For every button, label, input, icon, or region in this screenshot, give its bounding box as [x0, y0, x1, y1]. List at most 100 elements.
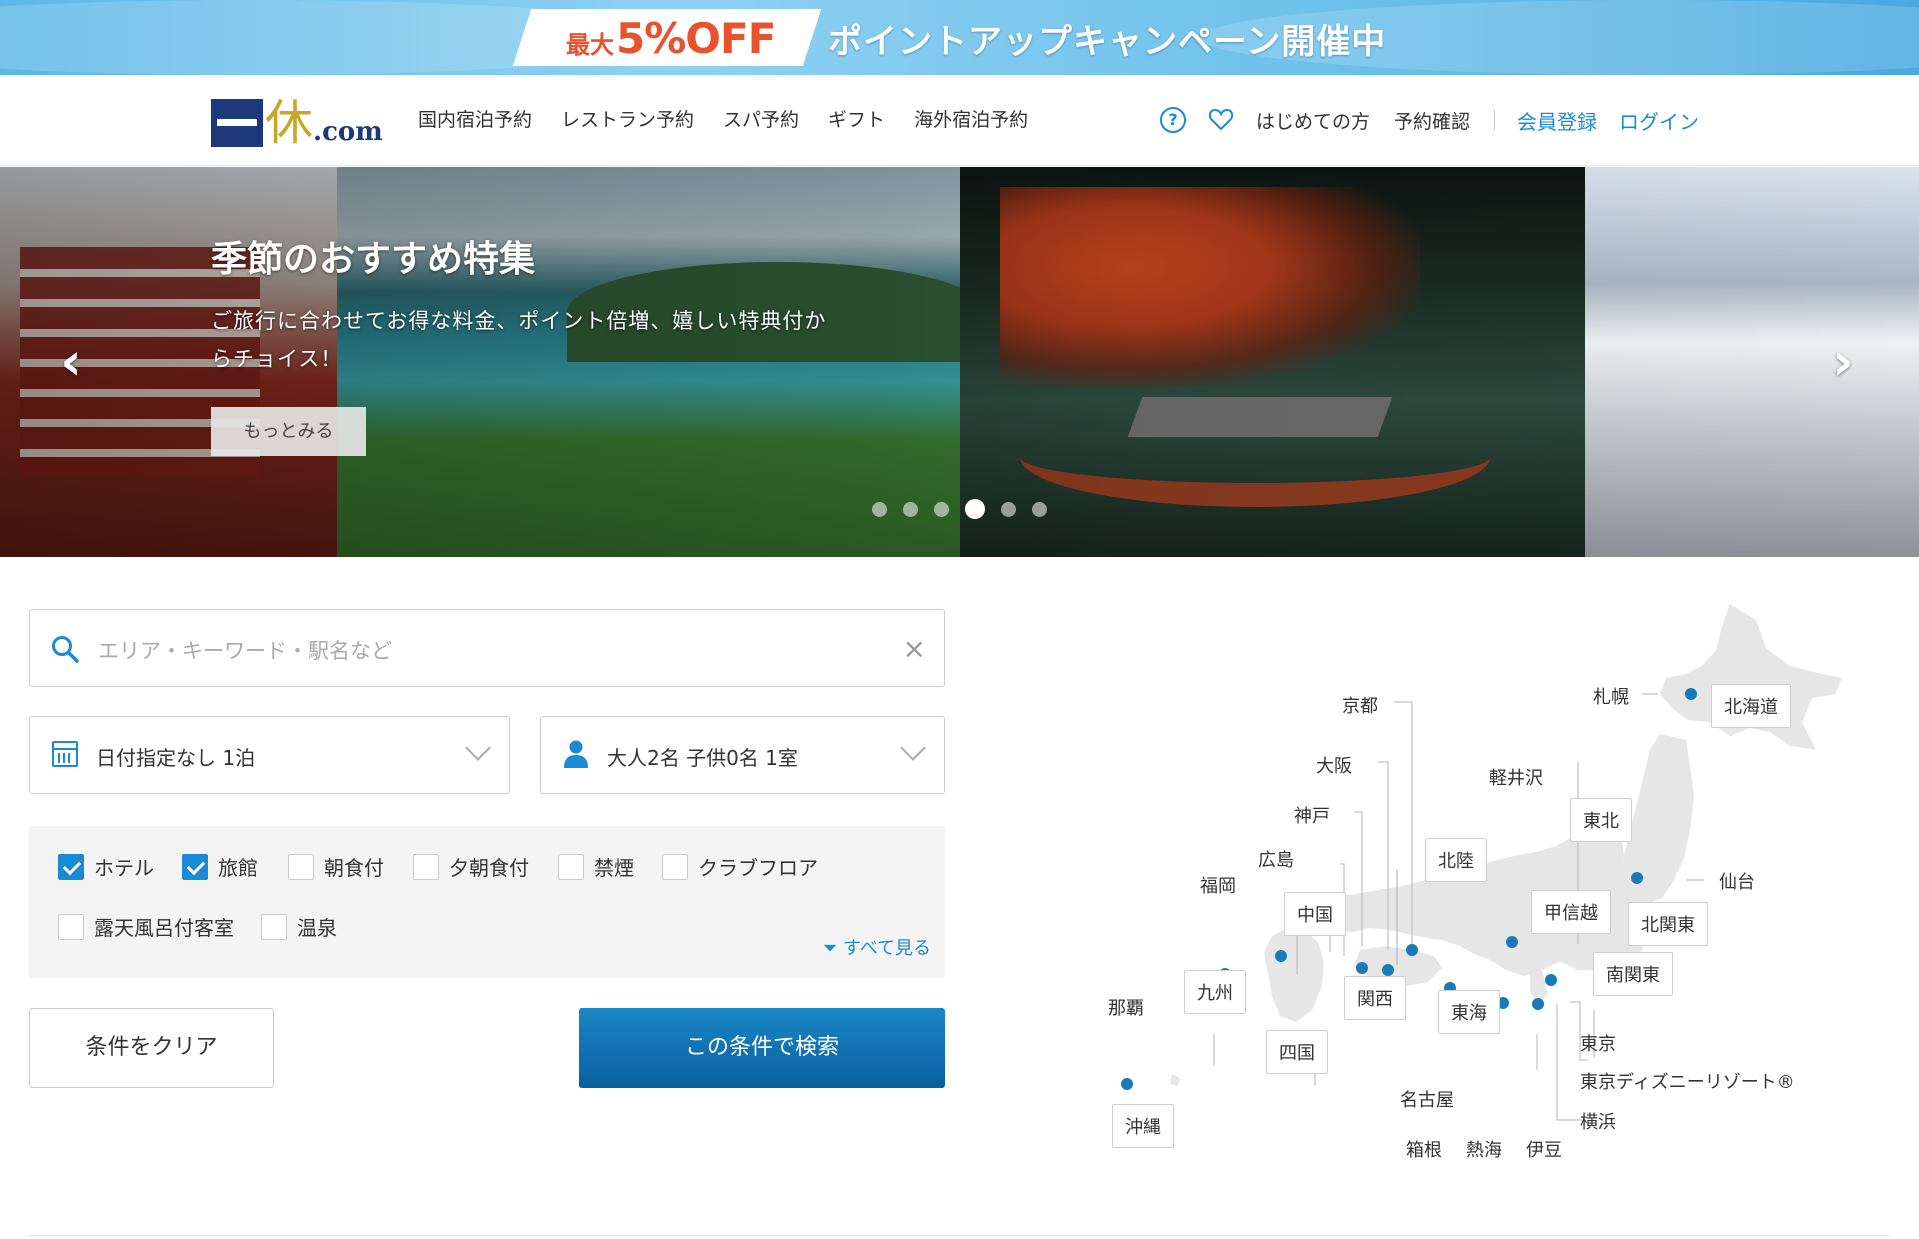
hero-carousel[interactable]: 季節のおすすめ特集 ご旅行に合わせてお得な料金、ポイント倍増、嬉しい特典付からチ… — [0, 167, 1919, 557]
map-city-izu[interactable]: 伊豆 — [1526, 1136, 1562, 1162]
chevron-down-icon — [900, 735, 926, 761]
map-city-hakone[interactable]: 箱根 — [1406, 1136, 1442, 1162]
filter-breakfast[interactable]: 朝食付 — [288, 852, 384, 881]
map-dot-izu — [1532, 998, 1544, 1010]
map-city-atami[interactable]: 熱海 — [1466, 1136, 1502, 1162]
filter-label: 朝食付 — [324, 856, 384, 880]
carousel-dot-1[interactable] — [872, 501, 887, 517]
map-city-yokohama[interactable]: 横浜 — [1580, 1108, 1616, 1134]
nav-overseas-hotels[interactable]: 海外宿泊予約 — [914, 105, 1028, 132]
map-city-tokyo[interactable]: 東京 — [1580, 1030, 1616, 1056]
promo-banner[interactable]: 最大 5%OFF ポイントアップキャンペーン開催中 — [0, 0, 1919, 75]
chevron-down-icon — [465, 735, 491, 761]
map-dot-osaka — [1382, 964, 1394, 976]
map-city-hiroshima[interactable]: 広島 — [1258, 846, 1294, 872]
map-city-osaka[interactable]: 大阪 — [1316, 752, 1352, 778]
map-region-okinawa[interactable]: 沖縄 — [1112, 1104, 1174, 1148]
map-city-nagoya[interactable]: 名古屋 — [1400, 1086, 1454, 1112]
help-icon[interactable]: ? — [1160, 107, 1186, 133]
checkbox[interactable] — [662, 853, 688, 880]
map-city-naha[interactable]: 那覇 — [1108, 994, 1144, 1020]
carousel-dot-2[interactable] — [903, 501, 918, 517]
map-city-fukuoka[interactable]: 福岡 — [1200, 872, 1236, 898]
map-region-kansai[interactable]: 関西 — [1344, 976, 1406, 1020]
filter-non-smoking[interactable]: 禁煙 — [558, 852, 634, 881]
map-region-kyushu[interactable]: 九州 — [1184, 970, 1246, 1014]
see-all-label: すべて見る — [842, 938, 931, 959]
hero-more-button[interactable]: もっとみる — [211, 407, 366, 456]
hero-title: 季節のおすすめ特集 — [211, 238, 536, 280]
checkbox[interactable] — [558, 853, 584, 880]
guest-select[interactable]: 大人2名 子供0名 1室 — [540, 716, 945, 794]
checkbox[interactable] — [413, 853, 439, 880]
carousel-dot-6[interactable] — [1032, 501, 1047, 517]
map-region-minamikanto[interactable]: 南関東 — [1593, 952, 1673, 996]
promo-badge-prefix: 最大 — [566, 31, 614, 59]
map-region-tokai[interactable]: 東海 — [1438, 990, 1500, 1034]
map-dot-naha — [1121, 1078, 1133, 1090]
map-region-hokuriku[interactable]: 北陸 — [1425, 838, 1487, 882]
filter-ryokan[interactable]: 旅館 — [182, 852, 258, 881]
checkbox[interactable] — [182, 853, 208, 880]
carousel-prev-arrow-icon[interactable]: ‹ — [54, 336, 88, 388]
promo-badge-value: 5%OFF — [616, 14, 776, 63]
map-city-karuizawa[interactable]: 軽井沢 — [1489, 764, 1543, 790]
map-dot-kyoto — [1406, 944, 1418, 956]
map-city-sapporo[interactable]: 札幌 — [1593, 683, 1629, 709]
promo-headline: ポイントアップキャンペーン開催中 — [828, 22, 1387, 62]
map-dot-sendai — [1631, 872, 1643, 884]
map-region-tohoku[interactable]: 東北 — [1570, 798, 1632, 842]
map-region-hokkaido[interactable]: 北海道 — [1711, 684, 1791, 728]
map-city-disney[interactable]: 東京ディズニーリゾート® — [1580, 1068, 1795, 1094]
main-nav: 国内宿泊予約 レストラン予約 スパ予約 ギフト 海外宿泊予約 — [418, 105, 1057, 132]
date-value: 日付指定なし 1泊 — [96, 746, 256, 770]
checkbox[interactable] — [58, 913, 84, 940]
checkbox[interactable] — [288, 853, 314, 880]
filter-dinner-breakfast[interactable]: 夕朝食付 — [413, 852, 529, 881]
promo-badge: 最大 5%OFF — [566, 10, 776, 67]
nav-domestic-hotels[interactable]: 国内宿泊予約 — [418, 105, 532, 132]
map-city-kobe[interactable]: 神戸 — [1294, 802, 1330, 828]
map-region-shikoku[interactable]: 四国 — [1266, 1030, 1328, 1074]
map-city-sendai[interactable]: 仙台 — [1719, 868, 1755, 894]
map-region-koshinetsu[interactable]: 甲信越 — [1531, 890, 1611, 934]
carousel-dot-3[interactable] — [934, 501, 949, 517]
checkbox[interactable] — [58, 853, 84, 880]
carousel-dot-5[interactable] — [1001, 501, 1016, 517]
reservation-check-link[interactable]: 予約確認 — [1394, 107, 1470, 134]
checkbox[interactable] — [261, 913, 287, 940]
nav-restaurants[interactable]: レストラン予約 — [561, 105, 694, 132]
search-placeholder: エリア・キーワード・駅名など — [98, 639, 392, 663]
register-link[interactable]: 会員登録 — [1517, 106, 1597, 135]
logo-mark-icon — [211, 99, 263, 147]
favorite-heart-icon[interactable] — [1208, 107, 1234, 133]
first-time-link[interactable]: はじめての方 — [1256, 107, 1370, 134]
map-dot-sapporo — [1685, 688, 1697, 700]
filter-label: 温泉 — [297, 916, 337, 940]
carousel-next-arrow-icon[interactable]: › — [1826, 336, 1860, 388]
nav-spa[interactable]: スパ予約 — [723, 105, 799, 132]
map-city-kyoto[interactable]: 京都 — [1342, 692, 1378, 718]
clear-search-icon[interactable]: × — [903, 632, 926, 665]
login-link[interactable]: ログイン — [1619, 106, 1699, 135]
clear-conditions-button[interactable]: 条件をクリア — [29, 1008, 274, 1088]
date-select[interactable]: 日付指定なし 1泊 — [29, 716, 510, 794]
guest-value: 大人2名 子供0名 1室 — [607, 746, 798, 770]
carousel-dot-4[interactable] — [965, 499, 985, 519]
map-region-kitakanto[interactable]: 北関東 — [1628, 902, 1708, 946]
map-dot-hiroshima — [1275, 950, 1287, 962]
filter-hotel[interactable]: ホテル — [58, 852, 154, 881]
filter-onsen[interactable]: 温泉 — [261, 912, 337, 941]
carousel-indicators — [872, 499, 1063, 519]
filter-label: 露天風呂付客室 — [94, 916, 234, 940]
filter-club-floor[interactable]: クラブフロア — [662, 852, 818, 881]
keyword-search-box[interactable]: エリア・キーワード・駅名など × — [29, 609, 945, 687]
site-logo[interactable]: 一休 休 .com — [211, 95, 383, 147]
nav-gift[interactable]: ギフト — [828, 105, 885, 132]
filter-room-onsen[interactable]: 露天風呂付客室 — [58, 912, 234, 941]
see-all-filters-link[interactable]: ⏷ すべて見る — [823, 934, 931, 960]
map-dot-karuizawa — [1506, 936, 1518, 948]
search-button[interactable]: この条件で検索 — [579, 1008, 945, 1088]
hero-description: ご旅行に合わせてお得な料金、ポイント倍増、嬉しい特典付からチョイス！ — [211, 309, 827, 371]
map-region-chugoku[interactable]: 中国 — [1284, 892, 1346, 936]
